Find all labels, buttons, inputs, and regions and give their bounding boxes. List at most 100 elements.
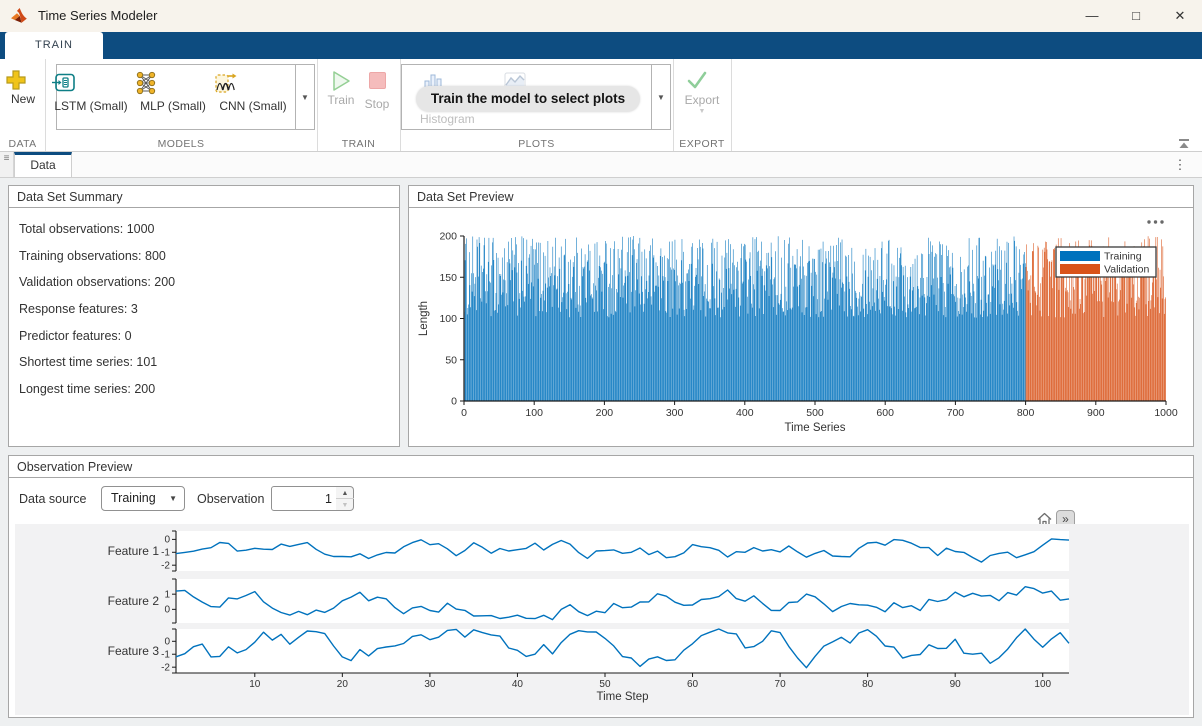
svg-text:1: 1 <box>164 589 170 600</box>
histogram-label: Histogram <box>420 112 472 126</box>
stop-icon <box>369 72 386 89</box>
stop-button[interactable]: Stop <box>360 64 394 126</box>
svg-text:100: 100 <box>525 407 543 419</box>
maximize-icon[interactable]: □ <box>1114 0 1158 32</box>
svg-text:50: 50 <box>445 354 457 366</box>
tab-train[interactable]: TRAIN <box>5 32 103 59</box>
svg-text:Time Series: Time Series <box>785 422 846 434</box>
title-bar: Time Series Modeler — □ ✕ <box>0 0 1202 32</box>
svg-text:-1: -1 <box>161 547 170 558</box>
summary-list: Total observations: 1000 Training observ… <box>9 208 399 409</box>
tab-data[interactable]: Data <box>14 152 72 177</box>
svg-text:0: 0 <box>164 636 170 647</box>
data-set-summary-panel: Data Set Summary Total observations: 100… <box>8 185 400 447</box>
kebab-vertical-icon[interactable]: ⋮ <box>1172 154 1188 175</box>
section-label-plots: PLOTS <box>400 138 673 151</box>
observation-panel-title: Observation Preview <box>9 456 1193 478</box>
svg-text:Training: Training <box>1104 251 1142 263</box>
svg-text:Validation: Validation <box>1104 264 1149 276</box>
svg-text:100: 100 <box>439 313 457 325</box>
svg-text:200: 200 <box>596 407 614 419</box>
svg-text:150: 150 <box>439 272 457 284</box>
observation-preview-panel: Observation Preview Data source Training… <box>8 455 1194 718</box>
train-button-label: Train <box>324 93 358 107</box>
svg-text:Feature 2: Feature 2 <box>108 594 160 608</box>
svg-text:400: 400 <box>736 407 754 419</box>
svg-text:0: 0 <box>461 407 467 419</box>
svg-text:Length: Length <box>418 301 430 336</box>
svg-text:200: 200 <box>439 231 457 243</box>
model-lstm-small[interactable]: LSTM (Small) <box>51 65 131 129</box>
svg-text:10: 10 <box>249 679 261 690</box>
svg-text:60: 60 <box>687 679 699 690</box>
plots-gallery: Histogram Train the model to select plot… <box>401 64 652 130</box>
export-dropdown-arrow-icon: ▼ <box>684 108 720 115</box>
summary-item: Shortest time series: 101 <box>19 355 399 382</box>
export-button-label: Export <box>684 93 720 107</box>
hamburger-icon[interactable]: ≡ <box>0 152 14 177</box>
collapse-ribbon-icon[interactable] <box>1176 138 1192 150</box>
check-icon <box>684 67 720 93</box>
matlab-logo-icon <box>10 7 30 25</box>
section-label-models: MODELS <box>45 138 317 151</box>
section-label-data: DATA <box>0 138 45 151</box>
axes-menu-icon[interactable] <box>1160 220 1163 223</box>
observation-feature-charts: 0-1-2Feature 110Feature 20-1-2Feature 31… <box>9 478 1193 717</box>
close-icon[interactable]: ✕ <box>1158 0 1202 32</box>
svg-text:0: 0 <box>451 396 457 408</box>
svg-text:0: 0 <box>164 605 170 616</box>
axes-menu-icon[interactable] <box>1147 220 1150 223</box>
section-label-train: TRAIN <box>317 138 400 151</box>
section-label-export: EXPORT <box>673 138 731 151</box>
preview-panel-title: Data Set Preview <box>409 186 1193 208</box>
svg-text:300: 300 <box>666 407 684 419</box>
svg-text:-1: -1 <box>161 649 170 660</box>
model-cnn-label: CNN (Small) <box>213 99 293 113</box>
svg-text:600: 600 <box>876 407 894 419</box>
axes-menu-icon[interactable] <box>1154 220 1157 223</box>
train-button[interactable]: Train <box>324 64 358 126</box>
section-divider <box>731 59 732 151</box>
data-set-preview-panel: Data Set Preview 01002003004005006007008… <box>408 185 1194 447</box>
svg-text:90: 90 <box>950 679 962 690</box>
summary-item: Longest time series: 200 <box>19 382 399 409</box>
summary-item: Training observations: 800 <box>19 249 399 276</box>
plus-icon <box>4 68 42 92</box>
models-gallery: LSTM (Small) MLP (Small) <box>56 64 296 130</box>
ribbon: New DATA LSTM (Small) <box>0 59 1202 152</box>
mlp-icon <box>133 70 159 96</box>
summary-panel-title: Data Set Summary <box>9 186 399 208</box>
svg-text:Feature 3: Feature 3 <box>108 644 160 658</box>
summary-item: Total observations: 1000 <box>19 222 399 249</box>
cnn-icon <box>213 70 239 96</box>
models-gallery-dropdown[interactable]: ▼ <box>296 64 315 130</box>
export-button[interactable]: Export ▼ <box>684 64 720 126</box>
new-button-label: New <box>4 92 42 106</box>
document-tab-bar: ≡ Data ⋮ <box>0 152 1202 178</box>
summary-item: Predictor features: 0 <box>19 329 399 356</box>
svg-text:Feature 1: Feature 1 <box>108 544 160 558</box>
model-lstm-label: LSTM (Small) <box>51 99 131 113</box>
plots-gallery-dropdown[interactable]: ▼ <box>652 64 671 130</box>
play-icon <box>324 69 358 93</box>
svg-text:30: 30 <box>424 679 436 690</box>
new-button[interactable]: New <box>4 64 42 126</box>
summary-item: Response features: 3 <box>19 302 399 329</box>
svg-text:-2: -2 <box>161 662 170 673</box>
model-mlp-label: MLP (Small) <box>133 99 213 113</box>
model-cnn-small[interactable]: CNN (Small) <box>213 65 293 129</box>
svg-text:Time Step: Time Step <box>597 691 649 703</box>
minimize-icon[interactable]: — <box>1070 0 1114 32</box>
stop-button-label: Stop <box>360 97 394 111</box>
svg-text:40: 40 <box>512 679 524 690</box>
model-mlp-small[interactable]: MLP (Small) <box>133 65 213 129</box>
svg-text:80: 80 <box>862 679 874 690</box>
svg-text:20: 20 <box>337 679 349 690</box>
dataset-preview-chart: 0100200300400500600700800900100005010015… <box>409 208 1193 446</box>
svg-text:100: 100 <box>1034 679 1051 690</box>
svg-text:70: 70 <box>775 679 787 690</box>
svg-text:700: 700 <box>947 407 965 419</box>
summary-item: Validation observations: 200 <box>19 275 399 302</box>
ribbon-tab-strip: TRAIN <box>0 32 1202 59</box>
app-window: { "window": { "title": "Time Series Mode… <box>0 0 1202 726</box>
